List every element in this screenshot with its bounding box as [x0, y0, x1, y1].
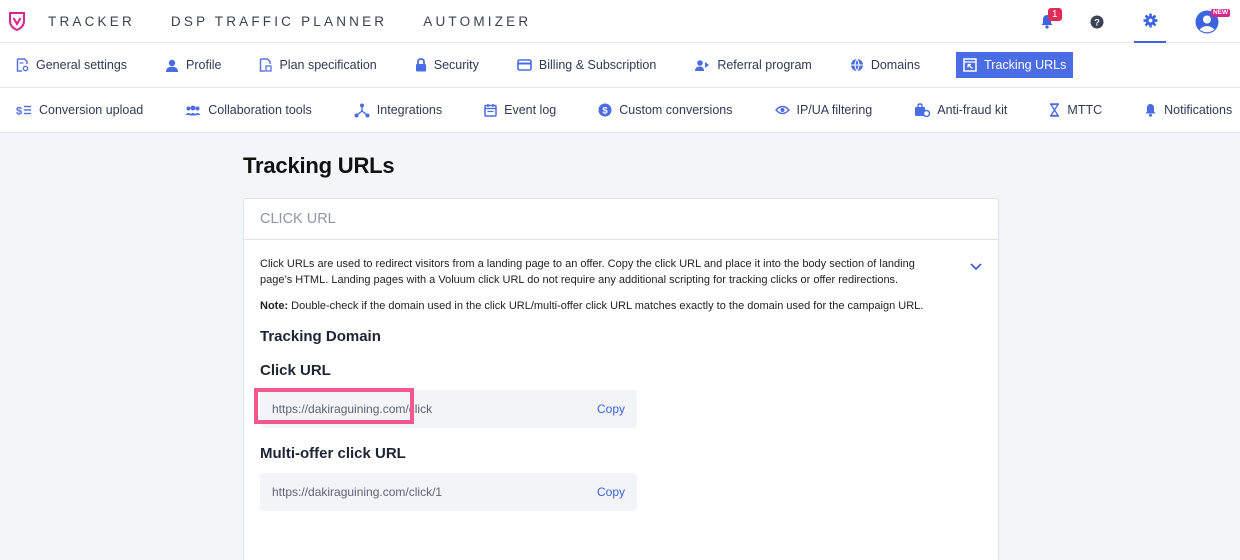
tab-label: MTTC	[1067, 103, 1103, 117]
tab-label: Profile	[186, 58, 222, 72]
notifications-button[interactable]: 1	[1032, 7, 1062, 37]
click-url-value[interactable]: https://dakiraguining.com/click	[272, 402, 432, 416]
tab-domains[interactable]: Domains	[848, 52, 926, 78]
tab-label: Conversion upload	[39, 103, 144, 117]
notification-count-badge: 1	[1048, 7, 1062, 21]
tab-label: Plan specification	[279, 58, 377, 72]
dollar-list-icon: $	[16, 104, 32, 116]
tab-custom-conversions[interactable]: $ Custom conversions	[596, 97, 738, 123]
bell-icon	[1144, 103, 1157, 117]
svg-text:$: $	[603, 106, 609, 117]
copy-multi-offer-url-button[interactable]: Copy	[597, 485, 625, 499]
click-url-card: CLICK URL Click URLs are used to redirec…	[243, 198, 999, 560]
tab-event-log[interactable]: Event log	[482, 97, 562, 123]
tab-mttc[interactable]: MTTC	[1047, 97, 1108, 123]
domain-note: Note: Double-check if the domain used in…	[260, 298, 982, 314]
multi-offer-heading: Multi-offer click URL	[260, 445, 406, 462]
tab-label: Referral program	[717, 58, 812, 72]
click-url-heading: Click URL	[260, 362, 331, 379]
app-logo[interactable]	[8, 11, 26, 31]
integration-icon	[354, 103, 370, 118]
anti-fraud-icon	[914, 103, 931, 117]
tab-label: Collaboration tools	[208, 103, 312, 117]
team-icon	[185, 105, 201, 116]
top-nav-tracker[interactable]: TRACKER	[48, 14, 135, 29]
tab-label: Domains	[870, 58, 921, 72]
hourglass-icon	[1049, 103, 1060, 117]
tab-label: Security	[433, 58, 479, 72]
tab-notifications[interactable]: Notifications	[1142, 97, 1238, 123]
help-icon: ?	[1090, 15, 1104, 28]
person-icon	[165, 59, 179, 72]
referral-icon	[694, 59, 710, 72]
credit-card-icon	[517, 59, 532, 71]
tab-label: Custom conversions	[619, 103, 733, 117]
tab-label: General settings	[36, 58, 128, 72]
top-right-actions: 1 ? NEW	[1032, 0, 1240, 43]
tab-label: Event log	[504, 103, 557, 117]
note-label: Note:	[260, 300, 289, 312]
tab-security[interactable]: Security	[413, 52, 485, 78]
top-nav-automizer[interactable]: AUTOMIZER	[423, 14, 531, 29]
settings-button[interactable]	[1134, 0, 1166, 43]
tab-general-settings[interactable]: General settings	[14, 52, 133, 78]
plan-doc-icon	[259, 58, 273, 72]
tab-anti-fraud-kit[interactable]: Anti-fraud kit	[912, 97, 1013, 123]
card-header: CLICK URL	[244, 199, 998, 240]
tracking-url-icon	[963, 58, 977, 72]
collapse-toggle[interactable]	[970, 258, 982, 276]
chevron-down-icon	[970, 263, 982, 271]
settings-tabs-row-2: $ Conversion upload Collaboration tools …	[0, 88, 1240, 133]
multi-offer-url-field[interactable]: https://dakiraguining.com/click/1 Copy	[260, 473, 637, 511]
svg-text:?: ?	[1094, 17, 1100, 28]
tab-plan-specification[interactable]: Plan specification	[257, 52, 382, 78]
multi-offer-url-value[interactable]: https://dakiraguining.com/click/1	[272, 485, 442, 499]
card-body: Click URLs are used to redirect visitors…	[244, 240, 998, 511]
tab-label: IP/UA filtering	[796, 103, 873, 117]
tab-billing-subscription[interactable]: Billing & Subscription	[515, 52, 662, 78]
copy-click-url-button[interactable]: Copy	[597, 402, 625, 416]
new-badge: NEW	[1211, 8, 1231, 17]
tab-label: Integrations	[376, 103, 443, 117]
click-url-description: Click URLs are used to redirect visitors…	[260, 258, 915, 286]
user-avatar-button[interactable]: NEW	[1192, 7, 1231, 37]
tab-label: Notifications	[1164, 103, 1233, 117]
note-text: Double-check if the domain used in the c…	[288, 300, 924, 312]
tab-tracking-urls[interactable]: Tracking URLs	[956, 52, 1074, 78]
tab-label: Anti-fraud kit	[937, 103, 1008, 117]
tab-referral-program[interactable]: Referral program	[692, 52, 817, 78]
filter-eye-icon	[774, 104, 790, 116]
tab-ip-ua-filtering[interactable]: IP/UA filtering	[773, 97, 879, 123]
top-nav: TRACKER DSP TRAFFIC PLANNER AUTOMIZER	[48, 14, 567, 29]
tab-label: Tracking URLs	[984, 58, 1067, 72]
lock-icon	[415, 58, 427, 72]
dollar-circle-icon: $	[598, 103, 612, 117]
tab-profile[interactable]: Profile	[163, 52, 227, 78]
main-content: Tracking URLs CLICK URL Click URLs are u…	[243, 153, 999, 560]
settings-doc-icon	[16, 58, 29, 72]
tab-integrations[interactable]: Integrations	[352, 97, 448, 123]
globe-icon	[850, 58, 864, 72]
click-url-field[interactable]: https://dakiraguining.com/click Copy	[254, 388, 637, 428]
tab-conversion-upload[interactable]: $ Conversion upload	[14, 97, 149, 123]
settings-tabs-row-1: General settings Profile Plan specificat…	[0, 43, 1240, 88]
svg-text:$: $	[16, 106, 22, 117]
calendar-icon	[484, 103, 497, 117]
gear-icon	[1142, 13, 1158, 28]
tab-collaboration-tools[interactable]: Collaboration tools	[183, 97, 318, 123]
top-bar: TRACKER DSP TRAFFIC PLANNER AUTOMIZER 1 …	[0, 0, 1240, 43]
page-title: Tracking URLs	[243, 153, 395, 178]
tab-label: Billing & Subscription	[538, 58, 657, 72]
help-button[interactable]: ?	[1082, 7, 1112, 37]
tracking-domain-heading: Tracking Domain	[260, 328, 381, 345]
top-nav-dsp-traffic-planner[interactable]: DSP TRAFFIC PLANNER	[171, 14, 387, 29]
